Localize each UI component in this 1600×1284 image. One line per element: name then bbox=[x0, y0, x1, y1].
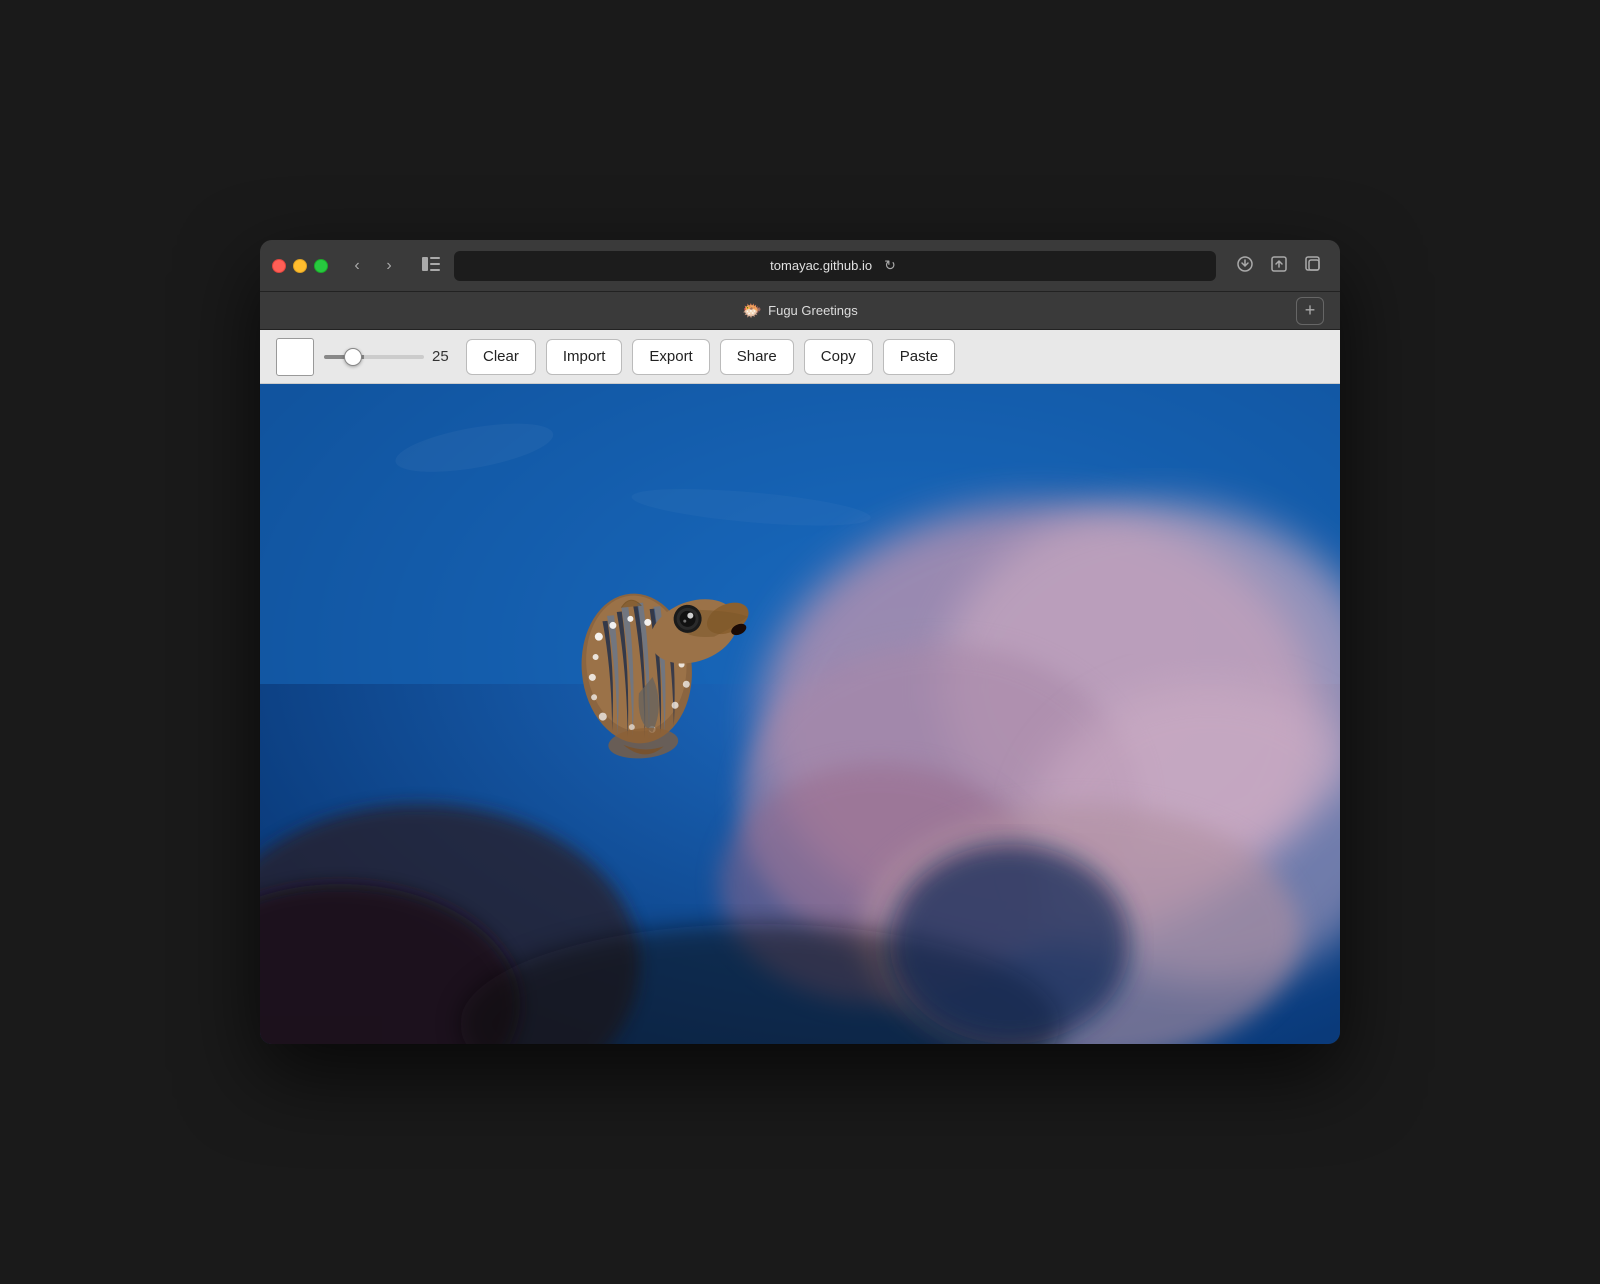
nav-buttons: ‹ › bbox=[342, 251, 404, 281]
maximize-button[interactable] bbox=[314, 259, 328, 273]
tab-title-text: Fugu Greetings bbox=[768, 303, 858, 318]
close-button[interactable] bbox=[272, 259, 286, 273]
import-button[interactable]: Import bbox=[546, 339, 623, 375]
plus-icon: + bbox=[1305, 300, 1316, 321]
paste-button[interactable]: Paste bbox=[883, 339, 955, 375]
browser-toolbar-right bbox=[1230, 251, 1328, 281]
tab-bar: 🐡 Fugu Greetings + bbox=[260, 292, 1340, 330]
brush-size-slider[interactable] bbox=[324, 355, 424, 359]
export-label: Export bbox=[649, 348, 692, 365]
copy-button[interactable]: Copy bbox=[804, 339, 873, 375]
share-canvas-label: Share bbox=[737, 348, 777, 365]
minimize-button[interactable] bbox=[293, 259, 307, 273]
refresh-button[interactable]: ↻ bbox=[880, 255, 900, 276]
tab-title: 🐡 Fugu Greetings bbox=[742, 301, 858, 321]
sidebar-toggle-button[interactable] bbox=[416, 251, 446, 281]
fish-scene-svg bbox=[260, 384, 1340, 1044]
forward-icon: › bbox=[386, 257, 391, 275]
refresh-icon: ↻ bbox=[884, 257, 896, 273]
export-button[interactable]: Export bbox=[632, 339, 709, 375]
share-canvas-button[interactable]: Share bbox=[720, 339, 794, 375]
color-swatch[interactable] bbox=[276, 338, 314, 376]
share-button[interactable] bbox=[1264, 251, 1294, 281]
back-button[interactable]: ‹ bbox=[342, 251, 372, 281]
tabs-icon bbox=[1305, 256, 1321, 276]
paste-label: Paste bbox=[900, 348, 938, 365]
url-text: tomayac.github.io bbox=[770, 258, 872, 273]
back-icon: ‹ bbox=[354, 257, 359, 275]
brush-size-value: 25 bbox=[432, 348, 456, 365]
app-toolbar: 25 Clear Import Export Share Copy Paste bbox=[260, 330, 1340, 384]
copy-label: Copy bbox=[821, 348, 856, 365]
download-button[interactable] bbox=[1230, 251, 1260, 281]
forward-button[interactable]: › bbox=[374, 251, 404, 281]
download-icon bbox=[1237, 256, 1253, 276]
fugu-emoji: 🐡 bbox=[742, 301, 762, 321]
canvas-area[interactable] bbox=[260, 384, 1340, 1044]
import-label: Import bbox=[563, 348, 606, 365]
address-bar[interactable]: tomayac.github.io ↻ bbox=[454, 251, 1216, 281]
clear-button[interactable]: Clear bbox=[466, 339, 536, 375]
traffic-lights bbox=[272, 259, 328, 273]
new-tab-button[interactable]: + bbox=[1296, 297, 1324, 325]
share-icon bbox=[1271, 256, 1287, 276]
sidebar-icon bbox=[422, 257, 440, 274]
clear-label: Clear bbox=[483, 348, 519, 365]
title-bar: ‹ › tomayac.github.io ↻ bbox=[260, 240, 1340, 292]
browser-window: ‹ › tomayac.github.io ↻ bbox=[260, 240, 1340, 1044]
tabs-button[interactable] bbox=[1298, 251, 1328, 281]
brush-size-container: 25 bbox=[324, 348, 456, 365]
